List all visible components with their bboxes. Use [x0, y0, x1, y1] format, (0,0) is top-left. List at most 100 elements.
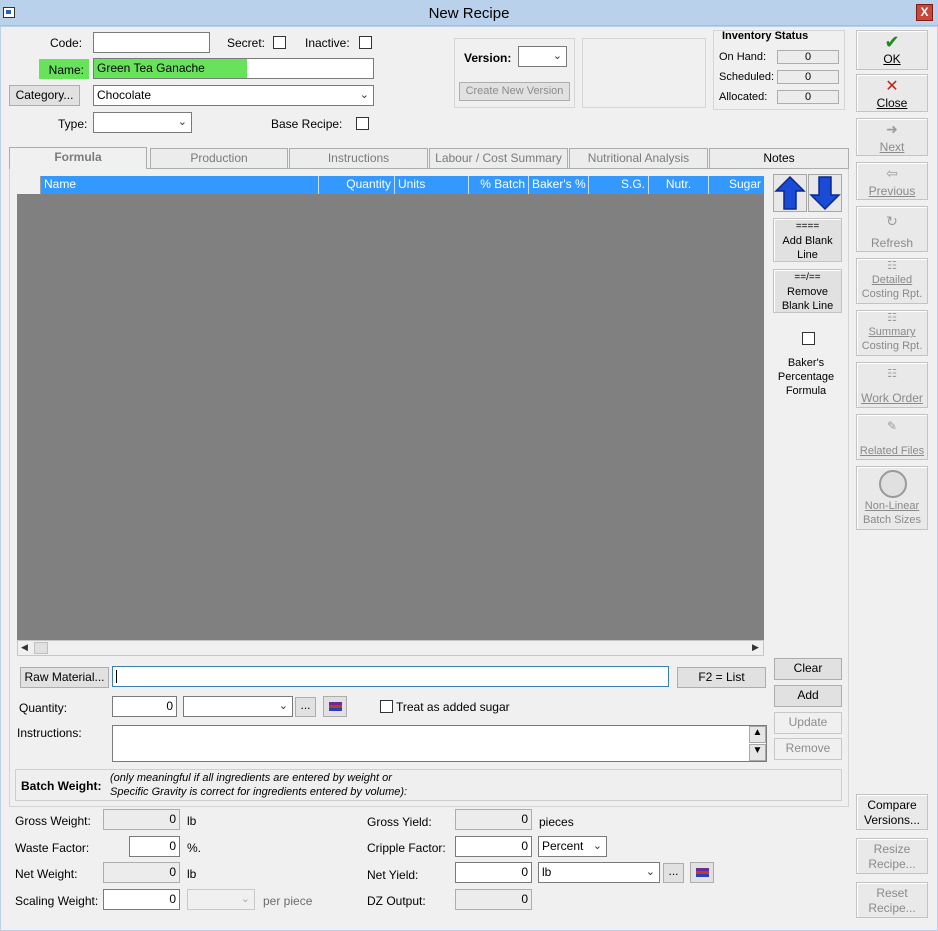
scaling-unit-select[interactable]: ⌄ — [187, 889, 255, 910]
ok-button[interactable]: ✔ OK — [856, 30, 928, 70]
col-sg[interactable]: S.G. — [589, 176, 649, 194]
scroll-thumb[interactable] — [34, 642, 48, 654]
waste-factor-unit: %. — [187, 841, 202, 855]
name-field[interactable]: Green Tea Ganache — [93, 58, 374, 79]
unit-ellipsis-button[interactable]: ... — [295, 697, 316, 717]
net-weight-label: Net Weight: — [15, 867, 78, 881]
unit-select[interactable]: ⌄ — [183, 696, 293, 717]
cripple-factor-input[interactable]: 0 — [455, 836, 532, 857]
scaling-weight-input[interactable]: 0 — [103, 889, 180, 910]
col-nutr[interactable]: Nutr. — [649, 176, 709, 194]
reset-recipe-button[interactable]: Reset Recipe... — [856, 882, 928, 918]
name-label: Name: — [39, 59, 89, 79]
tab-nutritional-analysis[interactable]: Nutritional Analysis — [569, 148, 708, 168]
tab-production[interactable]: Production — [150, 148, 288, 168]
net-yield-label: Net Yield: — [367, 868, 419, 882]
books-button[interactable] — [323, 696, 347, 717]
scroll-right-icon[interactable]: ▶ — [752, 642, 759, 653]
bakers-label-2: Percentage — [777, 371, 835, 383]
work-order-button[interactable]: ☷ Work Order — [856, 362, 928, 408]
allocated-label: Allocated: — [719, 91, 768, 103]
quantity-label: Quantity: — [19, 701, 68, 715]
net-yield-ellipsis-button[interactable]: ... — [663, 863, 684, 883]
formula-grid-body[interactable] — [17, 194, 764, 640]
net-weight-value: 0 — [103, 862, 180, 883]
clear-button[interactable]: Clear — [774, 658, 842, 680]
add-button[interactable]: Add — [774, 685, 842, 707]
related-files-label: Related Files — [859, 445, 925, 457]
instructions-textarea[interactable]: ▲ ▼ — [112, 725, 767, 762]
bakers-label-3: Formula — [785, 385, 827, 397]
f2-list-button[interactable]: F2 = List — [677, 667, 766, 688]
category-select[interactable]: Chocolate ⌄ — [93, 85, 374, 106]
net-yield-unit-select[interactable]: lb ⌄ — [538, 862, 660, 883]
close-button[interactable]: ✕ Close — [856, 74, 928, 112]
base-recipe-checkbox[interactable] — [356, 117, 369, 130]
report-icon: ☷ — [887, 260, 897, 272]
cripple-mode-select[interactable]: Percent ⌄ — [538, 836, 607, 857]
close-icon: ✕ — [885, 78, 899, 95]
col-units[interactable]: Units — [395, 176, 469, 194]
col-batch-percent[interactable]: % Batch — [469, 176, 529, 194]
remove-blank-line-button[interactable]: ==/== Remove Blank Line — [773, 269, 842, 313]
add-blank-line-button[interactable]: ==== Add Blank Line — [773, 218, 842, 262]
summary-costing-report-button[interactable]: ☷ Summary Costing Rpt. — [856, 310, 928, 356]
quantity-input[interactable]: 0 — [112, 696, 177, 717]
scroll-left-icon[interactable]: ◀ — [21, 642, 28, 653]
tab-labour-cost-summary[interactable]: Labour / Cost Summary — [429, 148, 568, 168]
code-field[interactable] — [93, 32, 210, 53]
col-bakers-percent[interactable]: Baker's % — [529, 176, 589, 194]
ok-label: OK — [883, 52, 901, 66]
update-button[interactable]: Update — [774, 712, 842, 734]
refresh-button[interactable]: ↻ Refresh — [856, 206, 928, 252]
scroll-down-icon[interactable]: ▼ — [749, 744, 766, 761]
non-linear-batch-sizes-button[interactable]: Non-Linear Batch Sizes — [856, 466, 928, 530]
window-close-button[interactable]: X — [916, 4, 933, 21]
refresh-icon: ↻ — [886, 213, 898, 229]
detailed-costing-label-1: Detailed — [871, 274, 913, 286]
inactive-checkbox[interactable] — [359, 36, 372, 49]
treat-added-sugar-checkbox[interactable] — [380, 700, 393, 713]
summary-costing-label-1: Summary — [868, 326, 916, 338]
net-yield-books-button[interactable] — [690, 862, 714, 883]
chevron-down-icon: ⌄ — [645, 866, 655, 878]
horizontal-scrollbar[interactable]: ◀ ▶ — [17, 640, 764, 656]
category-button[interactable]: Category... — [9, 85, 80, 106]
remove-button[interactable]: Remove — [774, 738, 842, 760]
previous-arrow-icon: ⇦ — [886, 165, 898, 181]
waste-factor-label: Waste Factor: — [15, 841, 90, 855]
resize-recipe-button[interactable]: Resize Recipe... — [856, 838, 928, 874]
net-yield-input[interactable]: 0 — [455, 862, 532, 883]
compare-versions-button[interactable]: Compare Versions... — [856, 794, 928, 830]
col-name[interactable]: Name — [41, 176, 319, 194]
image-placeholder — [582, 38, 706, 108]
move-up-button[interactable] — [773, 174, 807, 212]
col-quantity[interactable]: Quantity — [319, 176, 395, 194]
secret-checkbox[interactable] — [273, 36, 286, 49]
create-new-version-button[interactable]: Create New Version — [459, 82, 570, 101]
work-order-label: Work Order — [861, 391, 923, 405]
tab-instructions[interactable]: Instructions — [289, 148, 428, 168]
gross-yield-value: 0 — [455, 809, 532, 830]
tab-notes[interactable]: Notes — [709, 148, 849, 168]
inventory-status-title: Inventory Status — [722, 30, 809, 42]
col-sugar[interactable]: Sugar — [709, 176, 764, 194]
version-select[interactable]: ⌄ — [518, 46, 567, 67]
next-button[interactable]: ➜ Next — [856, 118, 928, 156]
move-down-button[interactable] — [808, 174, 842, 212]
raw-material-input[interactable] — [112, 666, 669, 687]
next-arrow-icon: ➜ — [886, 121, 898, 137]
raw-material-button[interactable]: Raw Material... — [20, 667, 109, 688]
related-files-button[interactable]: ✎ Related Files — [856, 414, 928, 460]
bakers-percentage-checkbox[interactable] — [802, 332, 815, 345]
title-bar: New Recipe X — [0, 0, 938, 26]
gross-yield-unit: pieces — [539, 815, 574, 829]
scroll-up-icon[interactable]: ▲ — [749, 726, 766, 743]
waste-factor-input[interactable]: 0 — [129, 836, 180, 857]
previous-button[interactable]: ⇦ Previous — [856, 162, 928, 200]
type-select[interactable]: ⌄ — [93, 112, 192, 133]
add-blank-label-1: Add Blank — [782, 235, 833, 247]
tab-formula[interactable]: Formula — [9, 147, 147, 169]
gross-yield-label: Gross Yield: — [367, 815, 432, 829]
detailed-costing-report-button[interactable]: ☷ Detailed Costing Rpt. — [856, 258, 928, 304]
